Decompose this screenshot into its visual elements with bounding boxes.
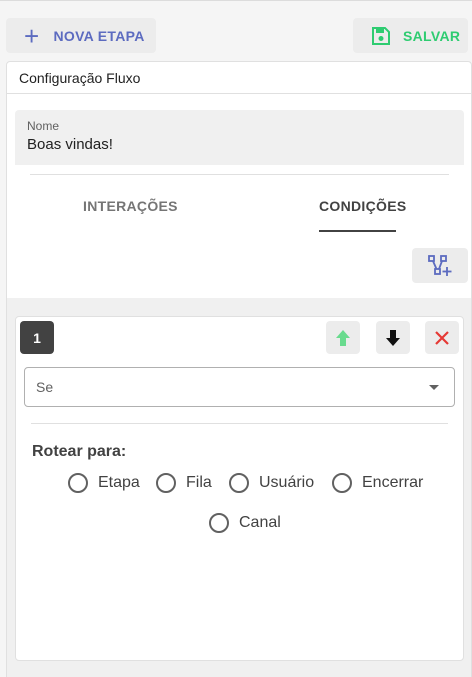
radio-usuario[interactable]: Usuário: [229, 473, 314, 493]
name-field[interactable]: Nome Boas vindas!: [15, 110, 464, 165]
condition-select[interactable]: Se: [24, 367, 455, 407]
arrow-up-icon: [336, 329, 350, 346]
radio-canal[interactable]: Canal: [209, 513, 281, 533]
tab-condicoes[interactable]: CONDIÇÕES: [319, 198, 407, 214]
condition-card: 1 Se Rotear para: Etapa Fila Usuário Enc…: [15, 316, 464, 661]
radio-circle[interactable]: [68, 473, 88, 493]
new-step-label: NOVA ETAPA: [53, 27, 145, 44]
add-condition-button[interactable]: [412, 248, 468, 283]
radio-fila[interactable]: Fila: [156, 473, 212, 493]
new-step-button[interactable]: + NOVA ETAPA: [6, 18, 156, 53]
radio-label: Etapa: [98, 474, 140, 491]
conditions-list: 1 Se Rotear para: Etapa Fila Usuário Enc…: [7, 298, 471, 677]
radio-label: Usuário: [259, 474, 315, 491]
close-icon: [435, 330, 449, 345]
radio-circle[interactable]: [332, 473, 352, 493]
flow-config-panel: Configuração Fluxo Nome Boas vindas! INT…: [6, 61, 472, 677]
save-label: SALVAR: [403, 27, 461, 44]
delete-condition-button[interactable]: [425, 321, 459, 354]
radio-label: Encerrar: [362, 474, 424, 491]
tab-interacoes[interactable]: INTERAÇÕES: [83, 198, 178, 214]
active-tab-indicator: [319, 230, 396, 232]
route-to-label: Rotear para:: [32, 443, 127, 460]
divider: [30, 174, 449, 175]
caret-down-icon: [429, 385, 439, 390]
radio-label: Canal: [239, 514, 281, 531]
radio-circle[interactable]: [229, 473, 249, 493]
radio-encerrar[interactable]: Encerrar: [332, 473, 423, 493]
move-up-button[interactable]: [326, 321, 360, 354]
divider: [31, 423, 448, 424]
condition-select-placeholder: Se: [36, 379, 54, 395]
save-button[interactable]: SALVAR: [353, 18, 468, 53]
panel-title: Configuração Fluxo: [7, 62, 471, 94]
arrow-down-icon: [386, 329, 400, 346]
name-field-value[interactable]: Boas vindas!: [27, 136, 464, 153]
move-down-button[interactable]: [376, 321, 410, 354]
radio-label: Fila: [186, 474, 212, 491]
radio-etapa[interactable]: Etapa: [68, 473, 140, 493]
condition-number-badge: 1: [20, 321, 54, 354]
plus-icon: +: [24, 20, 40, 51]
radio-circle[interactable]: [156, 473, 176, 493]
radio-circle[interactable]: [209, 513, 229, 533]
floppy-disk-icon: [372, 26, 390, 45]
toolbar: + NOVA ETAPA SALVAR: [0, 0, 472, 60]
name-field-label: Nome: [27, 119, 60, 133]
graph-add-icon: [428, 254, 452, 276]
